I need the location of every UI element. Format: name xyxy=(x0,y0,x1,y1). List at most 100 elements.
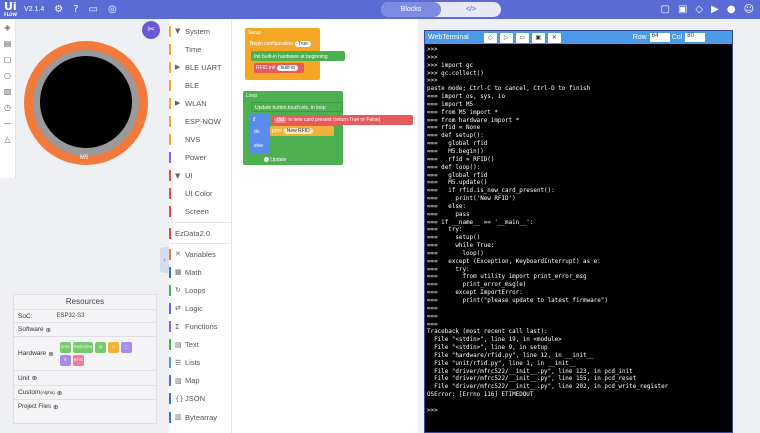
help-icon[interactable]: ? xyxy=(73,0,78,19)
category-ui-color[interactable]: UI Color xyxy=(169,185,231,203)
terminal-line: === rfid = None xyxy=(427,125,481,132)
row-label: Row xyxy=(632,34,647,41)
terminal-line: === try: xyxy=(427,266,470,273)
blocks-tab[interactable]: Blocks xyxy=(381,2,441,17)
terminal-line: === print_error_msg(e) xyxy=(427,282,527,289)
category-variables[interactable]: ✕ Variables xyxy=(169,245,231,263)
save-icon[interactable]: ▣ xyxy=(678,4,687,15)
unit-row[interactable]: Unit ⊕ xyxy=(14,370,156,385)
square-icon[interactable]: □ xyxy=(0,51,15,67)
category-json[interactable]: {} JSON xyxy=(169,390,231,408)
print-text-value[interactable]: New RFID xyxy=(283,128,313,134)
hardware-badge-rfid[interactable]: RFID xyxy=(72,354,84,366)
hardware-badge-r[interactable]: R xyxy=(59,354,71,366)
terminal-line: === xyxy=(427,305,438,312)
share-icon[interactable]: ◇ xyxy=(695,4,703,15)
rfid-init-value[interactable]: built-in xyxy=(277,65,299,71)
add-software-icon[interactable]: ⊕ xyxy=(46,326,51,334)
category-math[interactable]: ▦ Math xyxy=(169,263,231,281)
hardware-badge-touch[interactable]: ◎ xyxy=(95,341,107,353)
add-hardware-icon[interactable]: ⊕ xyxy=(48,350,53,358)
record-icon[interactable]: ● xyxy=(727,4,736,15)
folder-icon[interactable]: ▭ xyxy=(89,0,98,19)
category-screen[interactable]: Screen xyxy=(169,203,231,221)
clock-icon[interactable]: ◷ xyxy=(0,99,15,115)
window-icon[interactable]: ▣ xyxy=(531,32,545,43)
hardware-badge-speaker[interactable]: ☺ xyxy=(108,341,120,353)
resources-title: Resources xyxy=(65,297,105,306)
category-nvs[interactable]: NVS xyxy=(169,131,231,149)
terminal-line: Traceback (most recent call last): xyxy=(427,329,548,336)
code-tab[interactable]: </> xyxy=(441,2,501,17)
planet-icon[interactable]: ◎ xyxy=(108,0,117,19)
category-loops[interactable]: ↻ Loops xyxy=(169,281,231,299)
category-logic[interactable]: ⇄ Logic xyxy=(169,299,231,317)
init-builtin-hardware-block[interactable]: Init built-in hardware at beginning xyxy=(251,51,345,61)
picture-icon[interactable]: ▨ xyxy=(0,83,15,99)
print-block[interactable]: print New RFID xyxy=(270,126,334,136)
close-icon[interactable]: ✕ xyxy=(547,32,561,43)
terminal-line: === print("please update to latest firmw… xyxy=(427,298,608,304)
settings-icon[interactable]: ⚙ xyxy=(54,0,63,19)
download-icon[interactable]: ▢ xyxy=(661,4,670,15)
category-system[interactable]: ▼ System xyxy=(169,22,231,40)
run-icon[interactable]: ▶ xyxy=(711,4,719,15)
triangle-icon[interactable]: △ xyxy=(0,131,15,147)
category-ble-uart[interactable]: ▶ BLE UART xyxy=(169,58,231,76)
project-files-row[interactable]: Project Files ⊕ xyxy=(14,399,156,413)
terminal-line: === global rfid xyxy=(427,141,488,148)
tag-icon[interactable]: ◈ xyxy=(0,19,15,35)
category-ezdata[interactable]: EzData2.0 xyxy=(169,224,231,242)
hardware-badge-pwr-btn[interactable]: PWR BTN xyxy=(72,341,94,353)
row-input[interactable]: 64 xyxy=(649,33,670,42)
tool-strip: ◈ ▤ □ ○ ▨ ◷ — △ xyxy=(0,19,16,178)
category-functions[interactable]: Σ Functions xyxy=(169,318,231,336)
begin-configuration-block[interactable]: Begin configuration True xyxy=(248,39,318,48)
rfid-variable[interactable]: rfid xyxy=(274,117,287,123)
terminal-line: === def loop(): xyxy=(427,164,481,171)
category-esp-now[interactable]: ESP-NOW xyxy=(169,112,231,130)
category-bytearray[interactable]: ▥ Bytearray xyxy=(169,408,231,426)
custom-row[interactable]: Custom (Alpha) ⊕ xyxy=(14,385,156,399)
add-unit-icon[interactable]: ⊕ xyxy=(32,374,37,382)
magic-wand-button[interactable]: ✂ xyxy=(142,21,160,39)
rfid-new-card-block[interactable]: rfid is new card present (return True or… xyxy=(272,115,413,125)
hardware-badge-btn[interactable]: BTN xyxy=(59,341,71,353)
clear-icon[interactable]: ◇ xyxy=(483,32,497,43)
terminal-line: === import M5 xyxy=(427,101,474,108)
category-ui[interactable]: ▼ UI xyxy=(169,167,231,185)
update-button-block[interactable]: Update button,touch,etc. in loop xyxy=(251,102,343,112)
expand-icon: ▼ xyxy=(175,171,181,180)
category-text[interactable]: ▤ Text xyxy=(169,336,231,354)
col-input[interactable]: 80 xyxy=(685,33,706,42)
expand-icon: ▼ xyxy=(175,27,181,36)
category-ble[interactable]: BLE xyxy=(169,76,231,94)
category-wlan[interactable]: ▶ WLAN xyxy=(169,94,231,112)
update-block[interactable]: Update xyxy=(261,155,294,164)
terminal-line: === global rfid xyxy=(427,172,488,179)
circle-icon[interactable]: ○ xyxy=(0,67,15,83)
line-icon[interactable]: — xyxy=(0,115,15,131)
category-power[interactable]: Power xyxy=(169,149,231,167)
terminal-line: === setup() xyxy=(427,235,481,242)
play-icon[interactable]: ▷ xyxy=(499,32,513,43)
terminal-header: WebTerminal ◇ ▷ ▭ ▣ ✕ Row 64 Col 80 xyxy=(425,31,732,44)
user-icon[interactable]: ☺ xyxy=(744,4,754,15)
download-icon[interactable]: ▭ xyxy=(515,32,529,43)
terminal-output[interactable]: >>> >>> >>> import gc >>> gc.collect() >>> pa… xyxy=(425,44,732,432)
if-label: if xyxy=(253,117,256,123)
add-custom-icon[interactable]: ⊕ xyxy=(57,389,62,397)
hardware-badge-display[interactable]: ⬚ xyxy=(121,341,133,353)
image-icon[interactable]: ▤ xyxy=(0,35,15,51)
begin-value[interactable]: True xyxy=(294,41,311,47)
category-map[interactable]: ▧ Map xyxy=(169,372,231,390)
category-time[interactable]: Time xyxy=(169,40,231,58)
terminal-line: >>> import gc xyxy=(427,62,474,69)
add-project-file-icon[interactable]: ⊕ xyxy=(53,403,58,411)
collapse-panel-tab[interactable]: ‹ xyxy=(160,247,169,273)
blocks-workspace[interactable]: Setup Begin configuration True Init built… xyxy=(232,19,418,433)
category-lists[interactable]: ☰ Lists xyxy=(169,354,231,372)
rfid-init-block[interactable]: RFID init built-in xyxy=(254,63,304,73)
software-row[interactable]: Software ⊕ xyxy=(14,322,156,336)
device-screen[interactable] xyxy=(40,56,132,148)
